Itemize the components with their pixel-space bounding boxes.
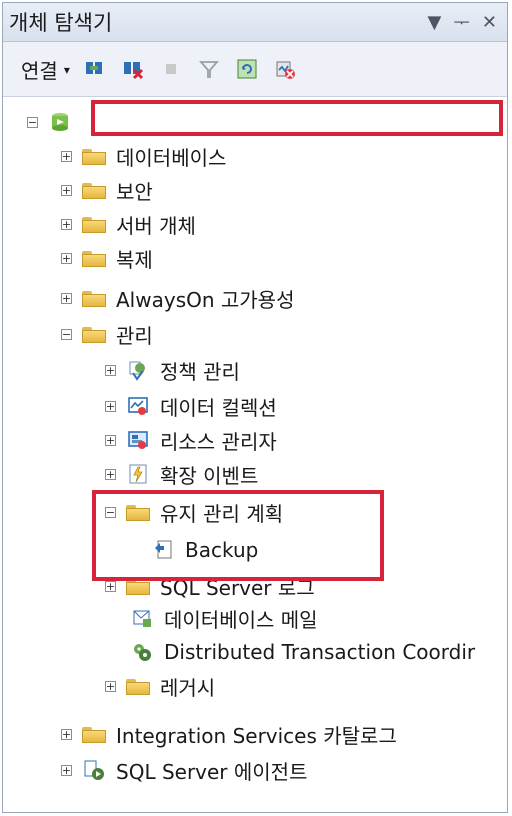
folder-icon	[126, 677, 150, 695]
disconnect-icon[interactable]	[122, 58, 144, 80]
tree-item-label: 리소스 관리자	[160, 429, 277, 454]
tree-row-data-collection[interactable]: + 데이터 컬렉션	[105, 389, 277, 423]
server-highlight-box	[91, 100, 503, 136]
tree-row-replication[interactable]: + 복제	[61, 241, 153, 275]
expand-icon[interactable]: +	[105, 434, 116, 446]
maintenance-plan-highlight-box	[92, 490, 384, 581]
tree-row-sql-server-agent[interactable]: + SQL Server 에이전트	[61, 753, 307, 787]
tree-row-management[interactable]: − 관리	[61, 317, 153, 351]
folder-icon	[82, 215, 106, 233]
tree-row-policy-management[interactable]: + 정책 관리	[105, 353, 240, 387]
tree-item-label: 데이터베이스	[116, 145, 227, 170]
expand-icon[interactable]: +	[105, 400, 116, 412]
resource-governor-icon	[126, 429, 150, 451]
tree-row-database-mail[interactable]: 데이터베이스 메일	[130, 601, 318, 635]
database-mail-icon	[130, 607, 154, 629]
tree-row-databases[interactable]: + 데이터베이스	[61, 139, 226, 173]
stop-icon[interactable]	[160, 58, 182, 80]
activity-monitor-icon[interactable]	[274, 58, 296, 80]
tree-item-label: 데이터베이스 메일	[164, 607, 318, 632]
tree-item-label: 데이터 컬렉션	[160, 395, 277, 420]
tree-item-label: Integration Services 카탈로그	[116, 723, 397, 748]
connect-button[interactable]: 연결 ▾	[21, 55, 70, 84]
dtc-icon	[130, 641, 154, 663]
tree-row-dtc[interactable]: Distributed Transaction Coordir	[130, 635, 475, 669]
tree-row-alwayson[interactable]: + AlwaysOn 고가용성	[61, 281, 294, 315]
tree-row-security[interactable]: + 보안	[61, 173, 153, 207]
connect-caret-icon: ▾	[63, 63, 70, 77]
tree-row-legacy[interactable]: + 레거시	[105, 669, 215, 703]
folder-icon	[82, 289, 106, 307]
panel-title: 개체 탐색기	[9, 11, 113, 35]
data-collection-icon	[126, 395, 150, 417]
tree-item-label: AlwaysOn 고가용성	[116, 287, 295, 312]
tree-item-label: 복제	[116, 247, 153, 272]
folder-icon	[82, 249, 106, 267]
collapse-icon[interactable]: −	[61, 328, 72, 340]
tree-row-server-objects[interactable]: + 서버 개체	[61, 207, 196, 241]
tree-row-extended-events[interactable]: + 확장 이벤트	[105, 457, 258, 491]
tree-item-label: 관리	[116, 323, 153, 348]
connect-label: 연결	[21, 58, 58, 83]
policy-icon	[126, 359, 150, 381]
expand-icon[interactable]: +	[61, 764, 72, 776]
expand-icon[interactable]: +	[61, 184, 72, 196]
tree-item-label: SQL Server 에이전트	[116, 759, 308, 784]
tree-item-label: Distributed Transaction Coordir	[164, 640, 476, 664]
folder-icon	[82, 181, 106, 199]
tree-item-label: 정책 관리	[160, 359, 240, 384]
tree-item-label: 레거시	[160, 675, 216, 700]
server-icon	[48, 111, 72, 133]
toolbar: 연결 ▾	[3, 42, 507, 97]
expand-icon[interactable]: +	[61, 728, 72, 740]
connect-icon[interactable]	[84, 58, 106, 80]
folder-icon	[82, 147, 106, 165]
expand-icon[interactable]: +	[61, 292, 72, 304]
object-explorer-panel: 개체 탐색기 ▼ ᅮ ✕ 연결 ▾ − + 데이터베이스 + 보안 + 서버 개…	[2, 2, 508, 813]
tree-row-server[interactable]: −	[27, 105, 82, 139]
agent-icon	[82, 759, 106, 781]
toolbar-icons	[84, 58, 296, 80]
expand-icon[interactable]: +	[105, 680, 116, 692]
expand-icon[interactable]: +	[61, 150, 72, 162]
tree-item-label: 확장 이벤트	[160, 463, 259, 488]
tree-item-label: 보안	[116, 179, 153, 204]
tree-row-resource-governor[interactable]: + 리소스 관리자	[105, 423, 277, 457]
folder-icon	[82, 725, 106, 743]
close-icon[interactable]: ✕	[482, 12, 497, 33]
title-buttons: ▼ ᅮ ✕	[428, 9, 498, 35]
filter-icon[interactable]	[198, 58, 220, 80]
collapse-icon[interactable]: −	[27, 116, 38, 128]
dropdown-icon[interactable]: ▼	[428, 12, 442, 33]
tree-row-integration-services[interactable]: + Integration Services 카탈로그	[61, 717, 397, 751]
extended-events-icon	[126, 463, 150, 485]
object-tree: − + 데이터베이스 + 보안 + 서버 개체 + 복제 + AlwaysOn …	[3, 97, 507, 813]
refresh-icon[interactable]	[236, 58, 258, 80]
expand-icon[interactable]: +	[61, 218, 72, 230]
pin-icon[interactable]: ᅮ	[453, 9, 470, 35]
expand-icon[interactable]: +	[61, 252, 72, 264]
expand-icon[interactable]: +	[105, 580, 116, 592]
expand-icon[interactable]: +	[105, 468, 116, 480]
folder-icon	[82, 325, 106, 343]
tree-item-label: 서버 개체	[116, 213, 196, 238]
expand-icon[interactable]: +	[105, 364, 116, 376]
title-bar: 개체 탐색기 ▼ ᅮ ✕	[3, 3, 507, 42]
